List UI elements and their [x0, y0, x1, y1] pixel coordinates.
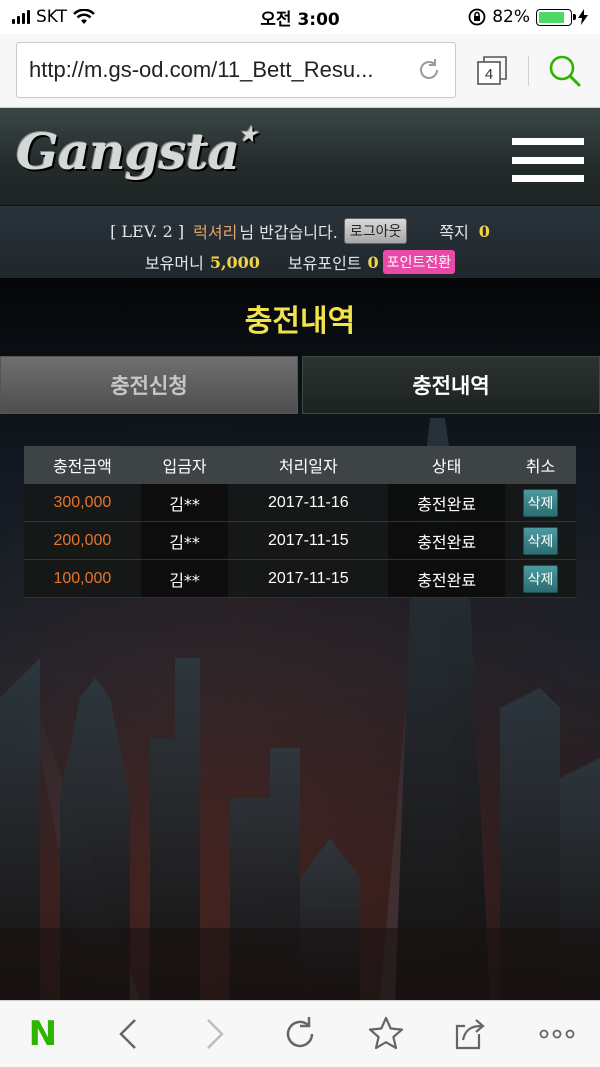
message-count[interactable]: 0: [479, 222, 490, 241]
rotation-lock-icon: [468, 8, 486, 26]
table-row: 100,000 김** 2017-11-15 충전완료 삭제: [24, 560, 576, 598]
forward-icon[interactable]: [192, 1012, 236, 1056]
delete-button[interactable]: 삭제: [522, 526, 559, 555]
amount-cell: 200,000: [24, 522, 141, 560]
date-cell: 2017-11-16: [228, 484, 389, 522]
bookmark-star-icon[interactable]: [364, 1012, 408, 1056]
tabs-icon[interactable]: 4: [476, 54, 510, 88]
back-icon[interactable]: [107, 1012, 151, 1056]
carrier-label: SKT: [36, 7, 68, 27]
charging-icon: [578, 9, 588, 25]
user-info-row: [ LEV. 2 ] 럭셔리 님 반갑습니다. 로그아웃 쪽지 0: [0, 218, 600, 244]
logo-star-icon: ★: [239, 122, 257, 146]
table-row: 300,000 김** 2017-11-16 충전완료 삭제: [24, 484, 576, 522]
date-cell: 2017-11-15: [228, 522, 389, 560]
table-row: 200,000 김** 2017-11-15 충전완료 삭제: [24, 522, 576, 560]
logo-text: Gangsta: [16, 122, 240, 181]
col-date-header: 처리일자: [228, 446, 389, 484]
delete-button[interactable]: 삭제: [522, 564, 559, 593]
hamburger-menu-icon[interactable]: [512, 138, 584, 182]
points-label: 보유포인트: [287, 254, 362, 273]
toolbar-divider: [528, 56, 529, 86]
tab-bar: 충전신청 충전내역: [0, 356, 600, 414]
logout-button[interactable]: 로그아웃: [343, 218, 408, 244]
main-content: 충전내역 충전신청 충전내역 충전금액 입금자 처리일자 상태 취소 300,0…: [0, 278, 600, 1000]
charge-history-table: 충전금액 입금자 처리일자 상태 취소 300,000 김** 2017-11-…: [24, 446, 576, 598]
reload-icon[interactable]: [415, 56, 443, 84]
wifi-icon: [73, 9, 95, 24]
balance-row: 보유머니 5,000 보유포인트 0 포인트전환: [0, 250, 600, 274]
share-icon[interactable]: [449, 1012, 493, 1056]
site-logo[interactable]: Gangsta★: [16, 122, 257, 181]
date-cell: 2017-11-15: [228, 560, 389, 598]
depositor-cell: 김**: [140, 522, 229, 560]
message-label[interactable]: 쪽지: [439, 219, 468, 243]
tab-charge-history[interactable]: 충전내역: [302, 356, 600, 414]
col-depositor-header: 입금자: [140, 446, 229, 484]
cancel-cell: 삭제: [505, 560, 576, 598]
battery-percent: 82%: [492, 7, 530, 27]
cancel-cell: 삭제: [505, 484, 576, 522]
points-value: 0: [367, 252, 379, 272]
greeting-text: 님 반갑습니다.: [239, 223, 338, 242]
status-cell: 충전완료: [388, 484, 506, 522]
page-title: 충전내역: [244, 304, 356, 339]
browser-toolbar: http://m.gs-od.com/11_Bett_Resu... 4: [0, 34, 600, 108]
user-nickname: 럭셔리: [193, 223, 238, 242]
col-status-header: 상태: [388, 446, 506, 484]
delete-button[interactable]: 삭제: [522, 488, 559, 517]
status-cell: 충전완료: [388, 560, 506, 598]
tab-count-label: 4: [485, 66, 493, 83]
more-icon[interactable]: [535, 1012, 579, 1056]
depositor-cell: 김**: [140, 484, 229, 522]
url-text[interactable]: http://m.gs-od.com/11_Bett_Resu...: [29, 57, 415, 83]
cancel-cell: 삭제: [505, 522, 576, 560]
col-cancel-header: 취소: [505, 446, 576, 484]
tab-charge-request[interactable]: 충전신청: [0, 356, 298, 414]
url-field[interactable]: http://m.gs-od.com/11_Bett_Resu...: [16, 42, 456, 98]
amount-cell: 100,000: [24, 560, 141, 598]
search-icon[interactable]: [546, 52, 582, 88]
point-convert-button[interactable]: 포인트전환: [382, 250, 456, 274]
table-header-row: 충전금액 입금자 처리일자 상태 취소: [24, 446, 576, 484]
user-info-panel: [ LEV. 2 ] 럭셔리 님 반갑습니다. 로그아웃 쪽지 0 보유머니 5…: [0, 206, 600, 278]
user-level: [ LEV. 2 ]: [110, 221, 185, 241]
status-right: 82%: [468, 7, 588, 27]
col-amount-header: 충전금액: [24, 446, 141, 484]
status-left: SKT: [12, 7, 95, 27]
money-label: 보유머니: [144, 254, 204, 273]
signal-icon: [12, 10, 30, 24]
site-header: Gangsta★: [0, 108, 600, 206]
battery-icon: [536, 8, 576, 26]
reload-icon[interactable]: [278, 1012, 322, 1056]
money-value: 5,000: [209, 252, 260, 272]
amount-cell: 300,000: [24, 484, 141, 522]
naver-n-icon[interactable]: N: [21, 1012, 65, 1056]
status-cell: 충전완료: [388, 522, 506, 560]
bottom-toolbar: N: [0, 1000, 600, 1067]
status-bar: SKT 오전 3:00 82%: [0, 0, 600, 34]
depositor-cell: 김**: [140, 560, 229, 598]
